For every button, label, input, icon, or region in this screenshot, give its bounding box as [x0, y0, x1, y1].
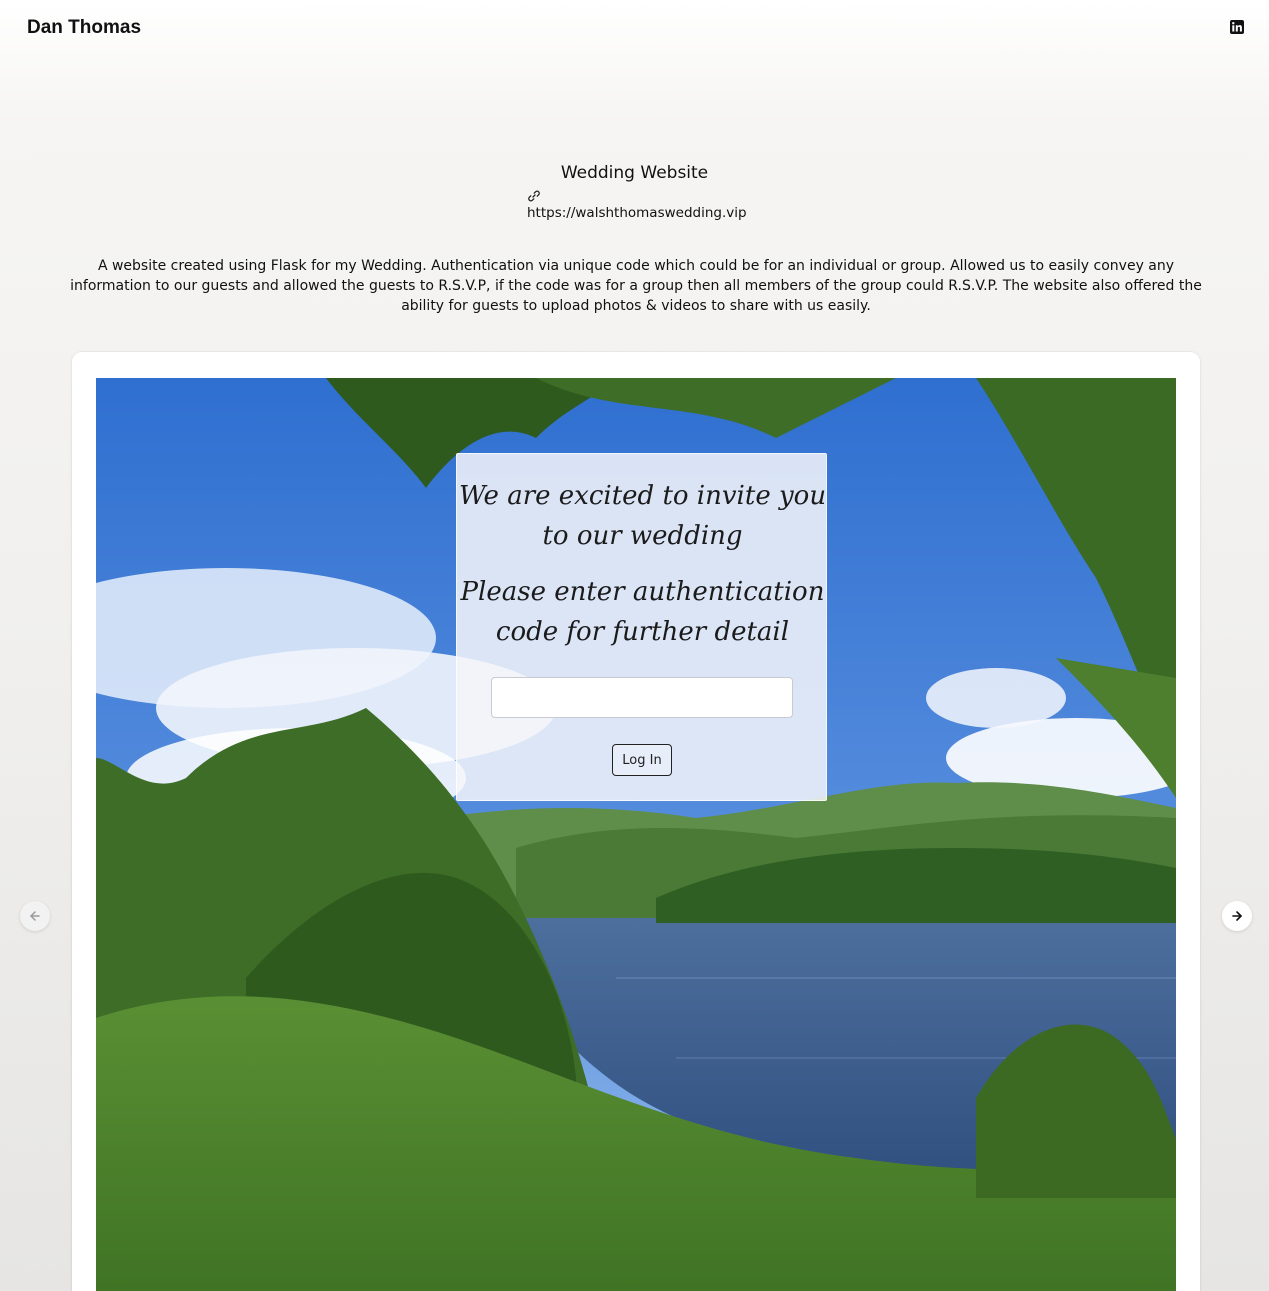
project-title: Wedding Website	[560, 163, 709, 183]
arrow-right-icon	[1232, 911, 1242, 921]
site-brand[interactable]: Dan Thomas	[27, 17, 141, 39]
auth-heading: Please enter authentication code for fur…	[460, 577, 825, 647]
carousel-next-button[interactable]	[1222, 901, 1252, 931]
arrow-left-icon	[30, 911, 40, 921]
project-url-link[interactable]: https://walshthomaswedding.vip	[527, 205, 747, 221]
top-bar: Dan Thomas	[0, 0, 1269, 60]
auth-code-input[interactable]	[491, 677, 793, 718]
project-description: A website created using Flask for my Wed…	[70, 258, 1202, 314]
link-icon	[527, 188, 541, 202]
login-panel: We are excited to invite you to our wedd…	[456, 453, 827, 801]
invite-heading: We are excited to invite you to our wedd…	[458, 481, 827, 551]
carousel-prev-button[interactable]	[20, 901, 50, 931]
project-screenshot: We are excited to invite you to our wedd…	[96, 378, 1176, 1291]
log-in-button[interactable]: Log In	[612, 744, 672, 776]
linkedin-icon[interactable]	[1230, 19, 1244, 34]
